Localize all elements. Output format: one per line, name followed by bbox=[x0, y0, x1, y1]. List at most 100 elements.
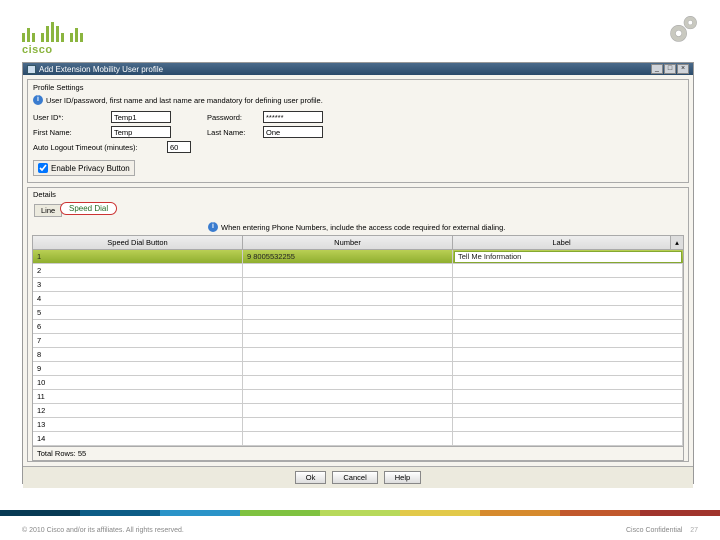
cell-label[interactable] bbox=[453, 432, 683, 445]
col-number[interactable]: Number bbox=[243, 236, 453, 249]
cell-button: 5 bbox=[33, 306, 243, 319]
cell-number[interactable] bbox=[243, 362, 453, 375]
dialog-window: Add Extension Mobility User profile _ □ … bbox=[22, 62, 694, 484]
table-header: Speed Dial Button Number Label ▴ bbox=[33, 236, 683, 250]
cell-label[interactable] bbox=[453, 418, 683, 431]
table-row[interactable]: 4 bbox=[33, 292, 683, 306]
cell-button: 6 bbox=[33, 320, 243, 333]
tab-line[interactable]: Line bbox=[34, 204, 62, 217]
profile-hint-text: User ID/password, first name and last na… bbox=[46, 96, 323, 105]
cell-button: 1 bbox=[33, 250, 243, 263]
cell-label[interactable] bbox=[453, 348, 683, 361]
table-row[interactable]: 13 bbox=[33, 418, 683, 432]
user-id-field[interactable] bbox=[111, 111, 171, 123]
help-button[interactable]: Help bbox=[384, 471, 421, 484]
last-name-field[interactable] bbox=[263, 126, 323, 138]
speed-dial-table: Speed Dial Button Number Label ▴ 19 8005… bbox=[32, 235, 684, 461]
cancel-button[interactable]: Cancel bbox=[332, 471, 377, 484]
col-button[interactable]: Speed Dial Button bbox=[33, 236, 243, 249]
cell-button: 3 bbox=[33, 278, 243, 291]
table-row[interactable]: 8 bbox=[33, 348, 683, 362]
cell-number[interactable] bbox=[243, 306, 453, 319]
col-label[interactable]: Label bbox=[453, 236, 671, 249]
ok-button[interactable]: Ok bbox=[295, 471, 327, 484]
cell-label[interactable] bbox=[453, 376, 683, 389]
table-row[interactable]: 7 bbox=[33, 334, 683, 348]
autologout-label: Auto Logout Timeout (minutes): bbox=[33, 143, 161, 152]
cell-button: 12 bbox=[33, 404, 243, 417]
table-row[interactable]: 3 bbox=[33, 278, 683, 292]
info-icon: i bbox=[33, 95, 43, 105]
cell-number[interactable] bbox=[243, 418, 453, 431]
tab-row: Line Speed Dial bbox=[34, 202, 688, 220]
info-icon: i bbox=[208, 222, 218, 232]
table-row[interactable]: 9 bbox=[33, 362, 683, 376]
cell-number[interactable]: 9 8005532255 bbox=[243, 250, 453, 263]
privacy-checkbox[interactable] bbox=[38, 163, 48, 173]
cell-number[interactable] bbox=[243, 432, 453, 445]
details-title: Details bbox=[28, 188, 688, 199]
table-row[interactable]: 6 bbox=[33, 320, 683, 334]
table-row[interactable]: 14 bbox=[33, 432, 683, 446]
tab-speed-dial[interactable]: Speed Dial bbox=[60, 202, 117, 215]
cell-button: 14 bbox=[33, 432, 243, 445]
cell-label[interactable] bbox=[453, 306, 683, 319]
cell-number[interactable] bbox=[243, 390, 453, 403]
gear-icon bbox=[666, 10, 702, 46]
cisco-logo-text: cisco bbox=[22, 44, 83, 56]
cell-label[interactable] bbox=[453, 390, 683, 403]
cell-button: 2 bbox=[33, 264, 243, 277]
brand-stripe bbox=[0, 510, 720, 516]
password-label: Password: bbox=[207, 113, 257, 122]
table-row[interactable]: 5 bbox=[33, 306, 683, 320]
cell-button: 9 bbox=[33, 362, 243, 375]
table-row[interactable]: 19 8005532255Tell Me Information bbox=[33, 250, 683, 264]
window-icon bbox=[27, 65, 36, 74]
first-name-field[interactable] bbox=[111, 126, 171, 138]
cell-label[interactable] bbox=[453, 292, 683, 305]
cell-label[interactable] bbox=[453, 404, 683, 417]
table-row[interactable]: 10 bbox=[33, 376, 683, 390]
cell-number[interactable] bbox=[243, 334, 453, 347]
maximize-button[interactable]: □ bbox=[664, 64, 676, 74]
page-number: 27 bbox=[690, 527, 698, 534]
footer: © 2010 Cisco and/or its affiliates. All … bbox=[0, 527, 720, 534]
first-name-label: First Name: bbox=[33, 128, 105, 137]
autologout-field[interactable] bbox=[167, 141, 191, 153]
cell-number[interactable] bbox=[243, 278, 453, 291]
details-hint: i When entering Phone Numbers, include t… bbox=[208, 222, 688, 232]
cell-label[interactable] bbox=[453, 264, 683, 277]
close-button[interactable]: × bbox=[677, 64, 689, 74]
confidential-label: Cisco Confidential bbox=[626, 527, 682, 534]
cell-number[interactable] bbox=[243, 264, 453, 277]
copyright: © 2010 Cisco and/or its affiliates. All … bbox=[22, 527, 184, 534]
cell-label[interactable]: Tell Me Information bbox=[454, 251, 682, 263]
button-bar: Ok Cancel Help bbox=[23, 466, 693, 488]
table-row[interactable]: 11 bbox=[33, 390, 683, 404]
details-hint-text: When entering Phone Numbers, include the… bbox=[221, 223, 505, 232]
cell-button: 10 bbox=[33, 376, 243, 389]
cell-label[interactable] bbox=[453, 278, 683, 291]
cisco-logo: cisco bbox=[22, 20, 83, 56]
cell-label[interactable] bbox=[453, 334, 683, 347]
cell-number[interactable] bbox=[243, 404, 453, 417]
password-field[interactable] bbox=[263, 111, 323, 123]
table-row[interactable]: 12 bbox=[33, 404, 683, 418]
cell-number[interactable] bbox=[243, 376, 453, 389]
minimize-button[interactable]: _ bbox=[651, 64, 663, 74]
cell-number[interactable] bbox=[243, 292, 453, 305]
cell-number[interactable] bbox=[243, 320, 453, 333]
profile-hint: i User ID/password, first name and last … bbox=[33, 95, 683, 105]
cell-number[interactable] bbox=[243, 348, 453, 361]
user-id-label: User ID*: bbox=[33, 113, 105, 122]
cell-label[interactable] bbox=[453, 362, 683, 375]
cell-label[interactable] bbox=[453, 320, 683, 333]
window-title: Add Extension Mobility User profile bbox=[39, 65, 163, 74]
last-name-label: Last Name: bbox=[207, 128, 257, 137]
table-body: 19 8005532255Tell Me Information23456789… bbox=[33, 250, 683, 446]
privacy-checkbox-label: Enable Privacy Button bbox=[51, 164, 130, 173]
privacy-checkbox-row[interactable]: Enable Privacy Button bbox=[33, 160, 135, 176]
table-row[interactable]: 2 bbox=[33, 264, 683, 278]
scroll-up-icon[interactable]: ▴ bbox=[671, 236, 683, 249]
details-section: Details Line Speed Dial i When entering … bbox=[27, 187, 689, 462]
